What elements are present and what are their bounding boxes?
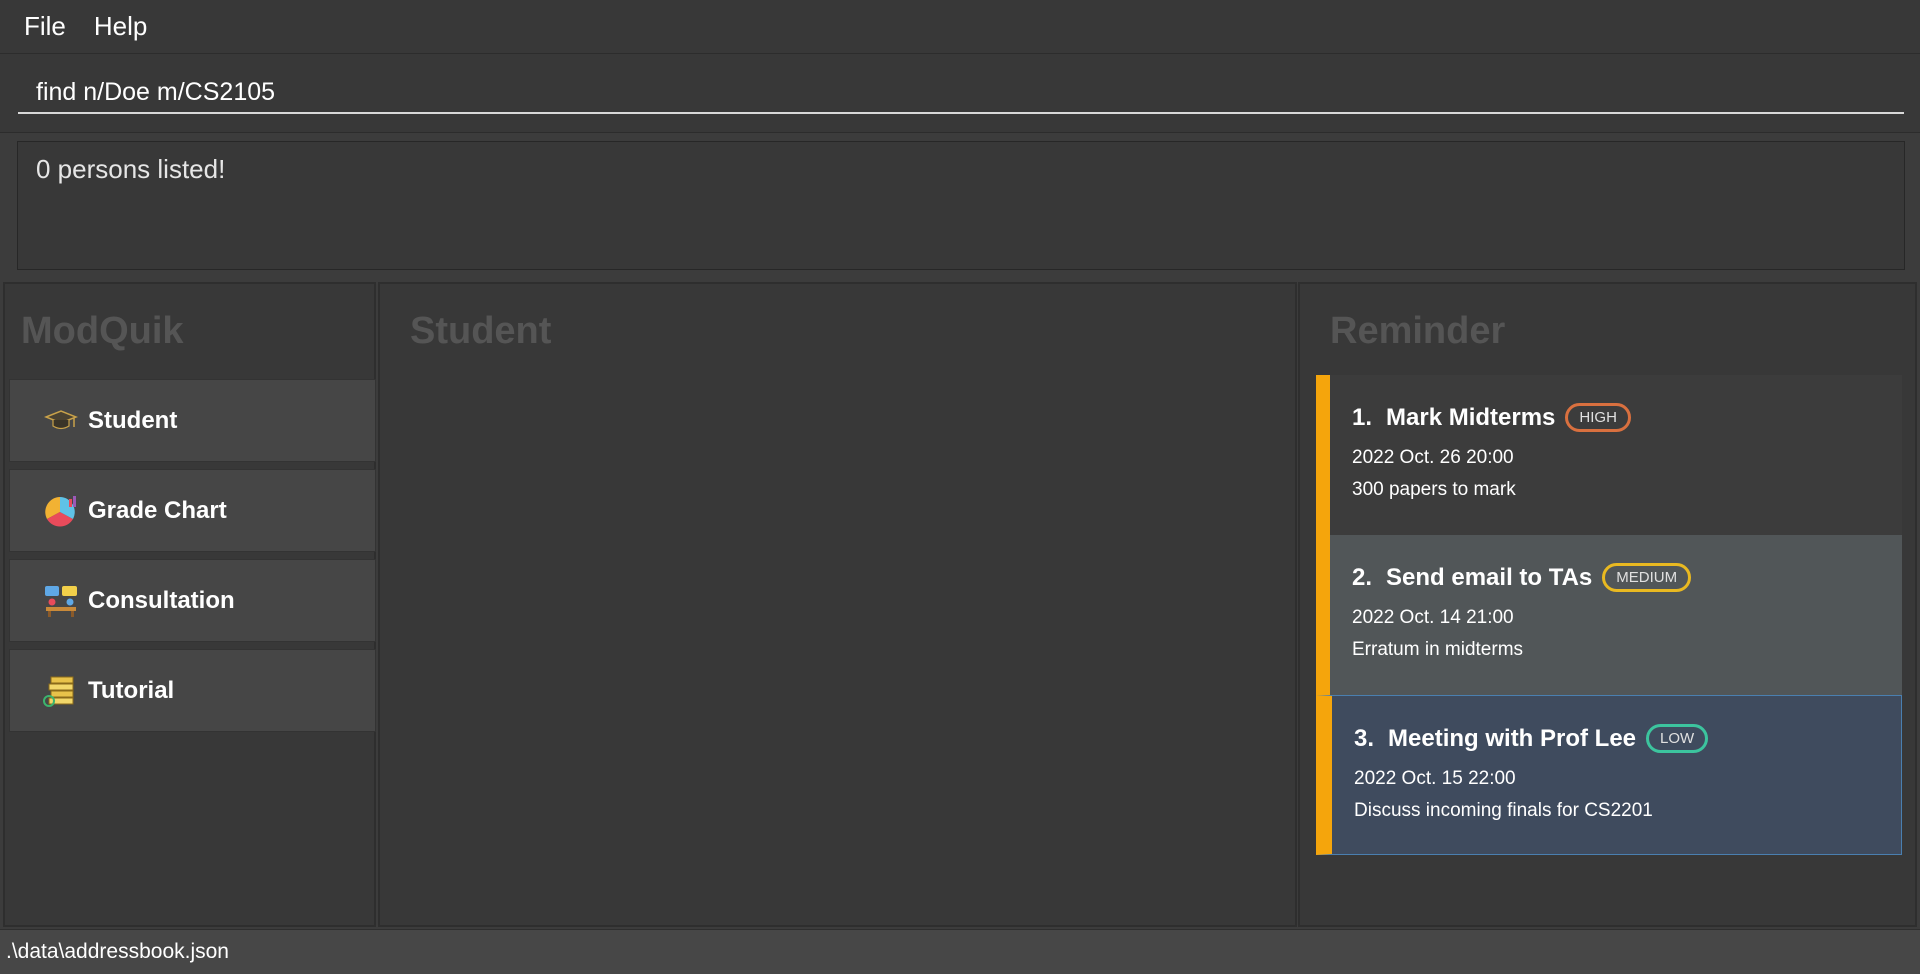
- priority-badge: LOW: [1646, 724, 1709, 753]
- reminder-title: Send email to TAs: [1386, 563, 1593, 591]
- app-title: ModQuik: [21, 310, 184, 352]
- student-panel: Student: [378, 282, 1297, 927]
- reminder-index: 2.: [1352, 563, 1373, 591]
- reminder-description: 300 papers to mark: [1352, 479, 1516, 500]
- reminder-description: Discuss incoming finals for CS2201: [1354, 800, 1653, 821]
- reminder-date: 2022 Oct. 26 20:00: [1352, 447, 1514, 468]
- nav-tutorial-label: Tutorial: [88, 676, 175, 704]
- reminder-panel: Reminder 1. Mark Midterms HIGH 2022 Oct.…: [1298, 282, 1917, 927]
- nav-grade-chart-label: Grade Chart: [88, 496, 227, 524]
- reminder-title: Meeting with Prof Lee: [1388, 724, 1637, 752]
- reminder-header: 2. Send email to TAs MEDIUM: [1352, 563, 1692, 592]
- meeting-icon: [42, 582, 80, 620]
- reminder-card[interactable]: 1. Mark Midterms HIGH 2022 Oct. 26 20:00…: [1316, 375, 1902, 535]
- nav-grade-chart-button[interactable]: Grade Chart: [9, 469, 376, 552]
- status-bar: .\data\addressbook.json: [0, 929, 1920, 974]
- reminder-header: 3. Meeting with Prof Lee LOW: [1354, 724, 1709, 753]
- sidebar: ModQuik Student Grade Chart Consultation…: [3, 282, 376, 927]
- menu-bar: File Help: [0, 0, 1920, 54]
- pie-chart-icon: [42, 492, 80, 530]
- priority-badge: HIGH: [1565, 403, 1631, 432]
- nav-consultation-button[interactable]: Consultation: [9, 559, 376, 642]
- reminder-description: Erratum in midterms: [1352, 639, 1524, 660]
- command-input[interactable]: [18, 72, 1904, 114]
- reminder-header: 1. Mark Midterms HIGH: [1352, 403, 1631, 432]
- result-display: 0 persons listed!: [17, 141, 1905, 270]
- save-file-path: .\data\addressbook.json: [6, 940, 229, 963]
- reminder-date: 2022 Oct. 14 21:00: [1352, 607, 1514, 628]
- reminder-title: Mark Midterms: [1386, 403, 1556, 431]
- reminder-index: 3.: [1354, 724, 1375, 752]
- reminder-panel-title: Reminder: [1330, 310, 1506, 352]
- books-icon: [42, 672, 80, 710]
- nav-tutorial-button[interactable]: Tutorial: [9, 649, 376, 732]
- menu-help[interactable]: Help: [80, 0, 161, 53]
- nav-consultation-label: Consultation: [88, 586, 235, 614]
- reminder-date: 2022 Oct. 15 22:00: [1354, 768, 1516, 789]
- nav-student-button[interactable]: Student: [9, 379, 376, 462]
- result-message: 0 persons listed!: [36, 154, 226, 184]
- student-panel-title: Student: [410, 310, 552, 352]
- command-box: [0, 54, 1920, 133]
- reminder-card[interactable]: 2. Send email to TAs MEDIUM 2022 Oct. 14…: [1316, 535, 1902, 695]
- reminder-card-selected[interactable]: 3. Meeting with Prof Lee LOW 2022 Oct. 1…: [1316, 695, 1902, 855]
- graduation-cap-icon: [42, 402, 80, 440]
- nav-student-label: Student: [88, 406, 178, 434]
- reminder-index: 1.: [1352, 403, 1373, 431]
- priority-badge: MEDIUM: [1602, 563, 1692, 592]
- menu-file[interactable]: File: [10, 0, 80, 53]
